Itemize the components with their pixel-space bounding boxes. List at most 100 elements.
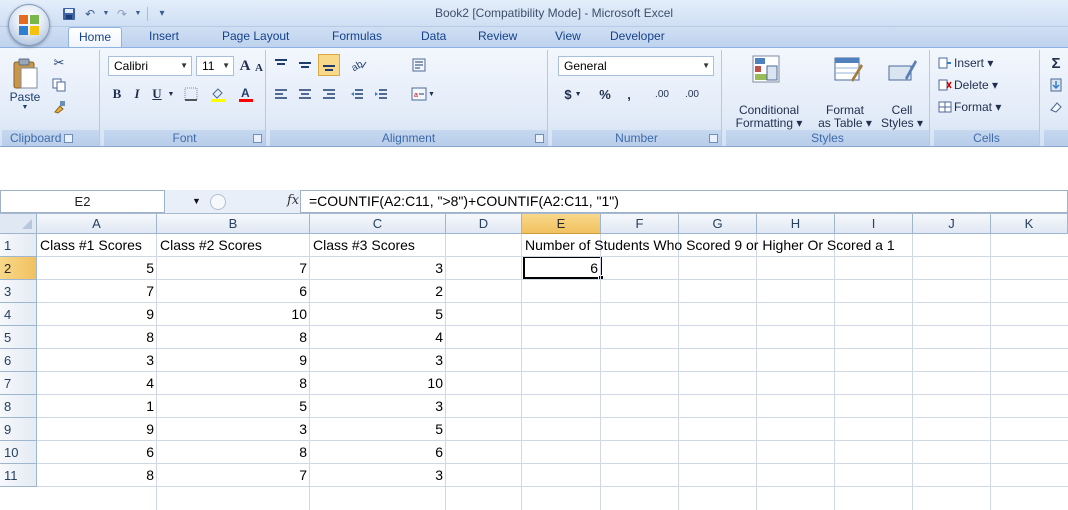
cell-e1[interactable]: Number of Students Who Scored 9 or Highe… [522,234,992,256]
cell-c3[interactable]: 2 [310,280,446,302]
shrink-font-button[interactable]: A [253,57,265,79]
cell-a3[interactable]: 7 [37,280,157,302]
middle-align-icon[interactable] [294,54,316,76]
cell-c5[interactable]: 4 [310,326,446,348]
delete-cells-button[interactable]: Delete ▾ [938,74,1034,96]
cell-c6[interactable]: 3 [310,349,446,371]
cell-a11[interactable]: 8 [37,464,157,486]
clear-icon[interactable] [1048,96,1064,118]
column-header-e[interactable]: E [522,214,601,234]
autosum-button[interactable]: Σ [1048,52,1064,74]
column-header-i[interactable]: I [835,214,913,234]
cut-icon[interactable]: ✂ [50,54,68,72]
cell-a7[interactable]: 4 [37,372,157,394]
format-as-table-icon[interactable] [830,52,866,86]
font-color-icon[interactable]: A [234,83,258,105]
formula-input[interactable]: =COUNTIF(A2:C11, ">8")+COUNTIF(A2:C11, "… [300,190,1068,213]
bottom-align-icon[interactable] [318,54,340,76]
save-icon[interactable] [60,5,78,23]
bold-button[interactable]: B [108,83,126,105]
undo-dropdown-icon[interactable]: ▼ [102,5,110,23]
insert-cells-button[interactable]: Insert ▾ [938,52,1034,74]
underline-button[interactable]: U [148,83,166,105]
cell-a6[interactable]: 3 [37,349,157,371]
format-cells-button[interactable]: Format ▾ [938,96,1034,118]
conditional-formatting-icon[interactable] [748,52,784,86]
grow-font-button[interactable]: A [238,55,252,77]
tab-page-layout[interactable]: Page Layout [220,27,291,47]
tab-review[interactable]: Review [476,27,519,47]
decrease-decimal-button[interactable]: .00 [678,83,706,105]
merge-center-icon[interactable]: a ▼ [408,83,438,105]
font-size-box[interactable]: 11 ▼ [196,56,234,76]
row-header-6[interactable]: 6 [0,349,37,372]
column-header-c[interactable]: C [310,214,446,234]
cell-a8[interactable]: 1 [37,395,157,417]
undo-icon[interactable]: ↶ [81,5,99,23]
copy-icon[interactable] [50,76,68,94]
paste-button[interactable]: Paste ▼ [6,54,44,114]
orientation-icon[interactable]: ab [346,54,372,76]
cell-b6[interactable]: 9 [157,349,310,371]
tab-formulas[interactable]: Formulas [330,27,384,47]
tab-developer[interactable]: Developer [608,27,667,47]
cell-c7[interactable]: 10 [310,372,446,394]
row-header-4[interactable]: 4 [0,303,37,326]
align-left-icon[interactable] [270,83,292,105]
cell-c11[interactable]: 3 [310,464,446,486]
column-header-k[interactable]: K [991,214,1068,234]
top-align-icon[interactable] [270,54,292,76]
comma-style-button[interactable]: , [618,83,640,105]
cell-c2[interactable]: 3 [310,257,446,279]
cell-a5[interactable]: 8 [37,326,157,348]
column-header-j[interactable]: J [913,214,991,234]
cell-c10[interactable]: 6 [310,441,446,463]
format-as-table-button[interactable]: Format as Table ▾ [814,104,876,130]
cell-b3[interactable]: 6 [157,280,310,302]
column-header-f[interactable]: F [601,214,679,234]
name-box[interactable]: E2 [0,190,165,213]
clipboard-dialog-launcher[interactable] [64,134,73,143]
redo-icon[interactable]: ↷ [113,5,131,23]
cell-b7[interactable]: 8 [157,372,310,394]
column-header-b[interactable]: B [157,214,310,234]
insert-function-button[interactable]: fx [287,193,299,208]
percent-style-button[interactable]: % [594,83,616,105]
tab-view[interactable]: View [553,27,583,47]
column-header-g[interactable]: G [679,214,757,234]
column-header-a[interactable]: A [37,214,157,234]
decrease-indent-icon[interactable] [346,83,368,105]
italic-button[interactable]: I [128,83,146,105]
cell-b10[interactable]: 8 [157,441,310,463]
format-painter-icon[interactable] [50,98,68,116]
cell-a2[interactable]: 5 [37,257,157,279]
cell-c9[interactable]: 5 [310,418,446,440]
row-header-8[interactable]: 8 [0,395,37,418]
align-right-icon[interactable] [318,83,340,105]
cell-styles-button[interactable]: Cell Styles ▾ [878,104,926,130]
number-dialog-launcher[interactable] [709,134,718,143]
row-header-2[interactable]: 2 [0,257,37,280]
alignment-dialog-launcher[interactable] [535,134,544,143]
cell-b11[interactable]: 7 [157,464,310,486]
cell-c1[interactable]: Class #3 Scores [310,234,446,256]
row-header-1[interactable]: 1 [0,234,37,257]
cell-b4[interactable]: 10 [157,303,310,325]
customize-qat-icon[interactable]: ▾ [153,5,171,23]
cell-styles-icon[interactable] [884,52,920,86]
row-header-11[interactable]: 11 [0,464,37,487]
row-header-5[interactable]: 5 [0,326,37,349]
tab-data[interactable]: Data [419,27,448,47]
cell-a10[interactable]: 6 [37,441,157,463]
cell-b2[interactable]: 7 [157,257,310,279]
font-name-box[interactable]: Calibri ▼ [108,56,192,76]
row-header-10[interactable]: 10 [0,441,37,464]
increase-decimal-button[interactable]: .00 [648,83,676,105]
cell-c4[interactable]: 5 [310,303,446,325]
cell-b8[interactable]: 5 [157,395,310,417]
office-button[interactable] [8,4,50,46]
accounting-format-button[interactable]: $ ▼ [558,83,588,105]
cell-a1[interactable]: Class #1 Scores [37,234,157,256]
conditional-formatting-button[interactable]: Conditional Formatting ▾ [728,104,810,130]
wrap-text-icon[interactable] [408,54,430,76]
